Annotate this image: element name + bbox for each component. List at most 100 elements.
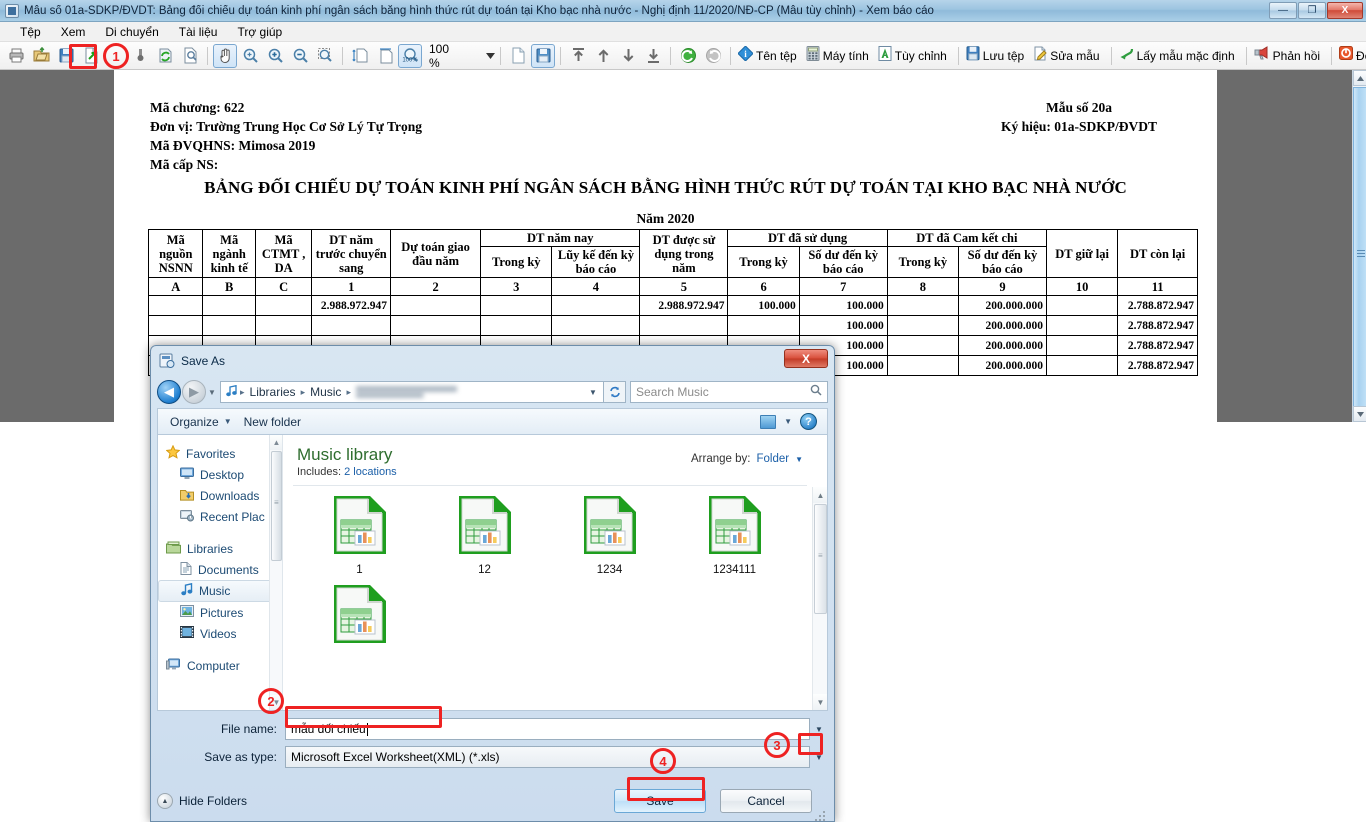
nav-group-computer[interactable]: Computer <box>158 655 282 676</box>
scroll-down-arrow-icon[interactable] <box>1353 406 1366 422</box>
cancel-button[interactable]: Cancel <box>720 789 812 813</box>
pan-tool-button[interactable] <box>213 43 237 68</box>
menu-item-tailieu[interactable]: Tài liệu <box>169 23 228 41</box>
breadcrumb-music[interactable]: Music <box>306 384 345 400</box>
save-button[interactable]: Save <box>614 789 706 813</box>
toolbar-item-luu-tep[interactable]: Lưu tệp <box>964 44 1030 68</box>
menu-item-trogiup[interactable]: Trợ giúp <box>227 23 292 41</box>
zoom-in-button[interactable] <box>263 44 287 68</box>
recent-pages-dropdown-icon[interactable]: ▼ <box>206 388 218 397</box>
arrange-value[interactable]: Folder <box>756 453 789 465</box>
search-input[interactable]: Search Music <box>636 385 810 399</box>
nav-item-downloads[interactable]: Downloads <box>158 485 282 506</box>
export-button[interactable] <box>79 44 103 68</box>
filelist-scrollbar[interactable]: ▲ ▼ <box>812 487 827 710</box>
last-page-button[interactable] <box>641 44 665 68</box>
refresh-button[interactable] <box>153 44 177 68</box>
list-item[interactable] <box>297 582 422 653</box>
address-dropdown-icon[interactable]: ▼ <box>585 388 601 397</box>
includes-value[interactable]: 2 locations <box>344 466 397 478</box>
print-button[interactable] <box>4 44 28 68</box>
file-name-dropdown-icon[interactable]: ▼ <box>810 718 828 740</box>
scroll-up-arrow-icon[interactable] <box>1353 70 1366 86</box>
search-box[interactable]: Search Music <box>630 381 828 403</box>
pin-button[interactable] <box>128 44 152 68</box>
scrollbar-thumb[interactable] <box>271 451 282 561</box>
address-bar[interactable]: ▸ Libraries ▸ Music ▸ ▼ <box>220 381 604 403</box>
file-name-input[interactable]: mẫu đối chiếu <box>285 718 810 740</box>
dialog-close-button[interactable]: X <box>784 349 828 368</box>
nav-item-desktop[interactable]: Desktop <box>158 464 282 485</box>
nav-label: Favorites <box>186 446 236 461</box>
close-button[interactable]: X <box>1327 2 1363 19</box>
list-item[interactable]: 12 <box>422 493 547 576</box>
previous-page-button[interactable] <box>591 44 615 68</box>
fit-height-button[interactable] <box>348 44 372 68</box>
scroll-up-arrow-icon[interactable]: ▲ <box>813 487 827 503</box>
first-page-button[interactable] <box>566 44 590 68</box>
navpane-scrollbar[interactable]: ▲ ▼ <box>269 435 282 710</box>
toolbar-item-phan-hoi[interactable]: Phản hồi <box>1252 44 1326 68</box>
save-button[interactable] <box>54 44 78 68</box>
scrollbar-thumb[interactable] <box>1353 87 1366 421</box>
group-dt-nam-nay: DT năm nay <box>480 229 641 247</box>
hide-folders-button[interactable]: ▲ Hide Folders <box>157 793 247 809</box>
resize-grip-icon[interactable] <box>813 809 825 821</box>
chevron-down-icon[interactable]: ▼ <box>784 417 792 426</box>
toolbar-item-tuy-chinh[interactable]: Tùy chỉnh <box>876 44 953 68</box>
forward-arrow-icon[interactable]: ▶ <box>182 380 206 404</box>
nav-group-libraries[interactable]: Libraries <box>158 538 282 559</box>
help-icon[interactable]: ? <box>800 413 817 430</box>
next-page-button[interactable] <box>616 44 640 68</box>
organize-menu-button[interactable]: Organize ▼ <box>164 413 238 431</box>
list-item[interactable]: 1234 <box>547 493 672 576</box>
zoom-dynamic-button[interactable] <box>238 44 262 68</box>
nav-item-videos[interactable]: Videos <box>158 623 282 644</box>
fit-page-button[interactable] <box>373 44 397 68</box>
toolbar-item-may-tinh[interactable]: Máy tính <box>804 44 875 68</box>
nav-item-documents[interactable]: Documents <box>158 559 282 580</box>
minimize-button[interactable]: — <box>1269 2 1297 19</box>
cell <box>480 315 553 336</box>
toolbar-separator <box>730 46 732 65</box>
print-preview-button[interactable] <box>178 44 202 68</box>
col-da-su-dung-trong-ky: Trong kỳ <box>727 246 800 278</box>
zoom-dropdown-button[interactable] <box>486 46 496 66</box>
menu-item-xem[interactable]: Xem <box>51 23 96 41</box>
toolbar-item-dong[interactable]: Đóng <box>1337 44 1366 68</box>
save-as-type-dropdown-icon[interactable]: ▼ <box>810 746 828 768</box>
document-vertical-scrollbar[interactable] <box>1352 70 1366 422</box>
nav-item-pictures[interactable]: Pictures <box>158 602 282 623</box>
save-as-type-combobox[interactable]: Microsoft Excel Worksheet(XML) (*.xls) <box>285 746 810 768</box>
zoom-100-button[interactable]: 100% <box>398 43 422 68</box>
back-button[interactable] <box>676 44 700 68</box>
refresh-icon[interactable] <box>604 381 626 403</box>
new-page-button[interactable] <box>506 44 530 68</box>
chevron-down-icon[interactable]: ▼ <box>795 455 803 464</box>
nav-item-recent-places[interactable]: Recent Plac <box>158 506 282 527</box>
breadcrumb-libraries[interactable]: Libraries <box>246 384 300 400</box>
back-arrow-icon[interactable]: ◀ <box>157 380 181 404</box>
open-folder-button[interactable] <box>29 44 53 68</box>
arrange-by-control[interactable]: Arrange by: Folder ▼ <box>691 453 803 465</box>
scroll-up-arrow-icon[interactable]: ▲ <box>270 435 282 450</box>
nav-item-music[interactable]: Music <box>158 580 280 602</box>
forward-button[interactable] <box>701 44 725 68</box>
save-page-button[interactable] <box>531 43 556 68</box>
maximize-button[interactable]: ❐ <box>1298 2 1326 19</box>
zoom-selection-button[interactable] <box>313 44 337 68</box>
new-folder-button[interactable]: New folder <box>238 413 307 431</box>
toolbar-item-ten-tep[interactable]: i Tên tệp <box>736 44 803 68</box>
toolbar-separator <box>342 46 343 65</box>
nav-group-favorites[interactable]: Favorites <box>158 443 282 464</box>
change-view-icon[interactable] <box>760 414 777 429</box>
toolbar-item-sua-mau[interactable]: Sửa mẫu <box>1031 44 1105 68</box>
toolbar-item-lay-mau-mac-dinh[interactable]: Lấy mẫu mặc định <box>1117 44 1241 68</box>
menu-item-tep[interactable]: Tệp <box>10 23 51 41</box>
scrollbar-thumb[interactable] <box>814 504 827 614</box>
scroll-down-arrow-icon[interactable]: ▼ <box>813 694 827 710</box>
zoom-out-button[interactable] <box>288 44 312 68</box>
menu-item-dichuyen[interactable]: Di chuyển <box>95 23 168 41</box>
list-item[interactable]: 1 <box>297 493 422 576</box>
list-item[interactable]: 1234111 <box>672 493 797 576</box>
